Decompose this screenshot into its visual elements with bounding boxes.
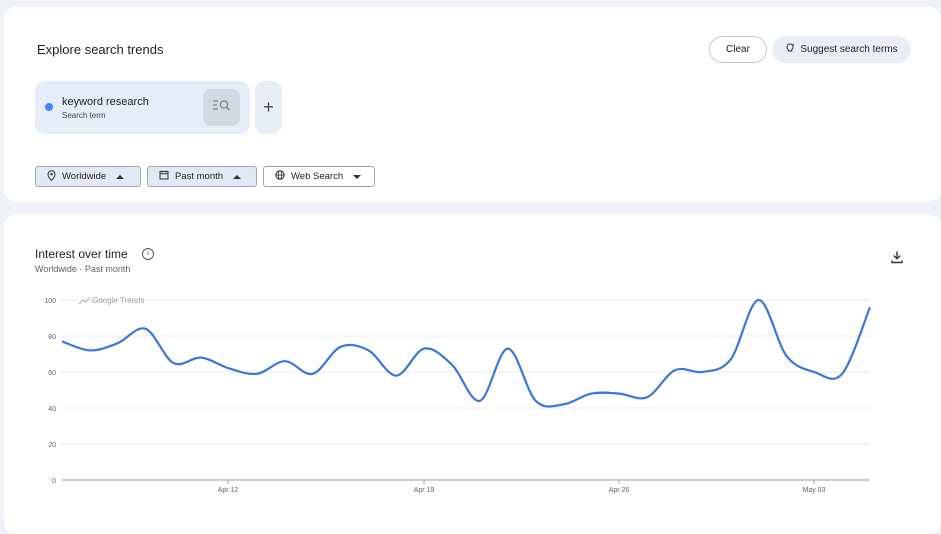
clear-button[interactable]: Clear	[709, 36, 767, 63]
interest-chart: 0 20 40 60 80 100 Apr 12 Apr 19 Apr 26 May 03 Goog…	[44, 296, 872, 494]
x-tick-label: Apr 19	[414, 487, 435, 494]
term-color-dot	[45, 103, 53, 111]
x-tick-label: May 03	[803, 487, 826, 494]
sparkle-bulb-icon	[785, 43, 795, 56]
explore-card: Explore search trends Clear Suggest sear…	[4, 7, 941, 202]
y-tick-label: 100	[44, 298, 56, 305]
y-tick-label: 80	[48, 334, 56, 341]
globe-icon	[275, 170, 285, 183]
search-term-card[interactable]: keyword research Search term	[35, 81, 250, 134]
interest-over-time-card: Interest over time i Worldwide · Past mo…	[4, 214, 941, 534]
add-term-button[interactable]: +	[255, 81, 282, 134]
search-property-filter[interactable]: Web Search	[263, 166, 375, 187]
suggest-label: Suggest search terms	[800, 44, 898, 55]
series-line	[61, 298, 872, 408]
term-name: keyword research	[62, 96, 149, 108]
suggest-search-terms-button[interactable]: Suggest search terms	[772, 36, 911, 63]
list-search-icon	[212, 98, 232, 117]
calendar-icon	[159, 170, 169, 183]
y-tick-label: 40	[48, 406, 56, 413]
location-pin-icon	[47, 169, 56, 184]
time-filter-label: Past month	[175, 171, 224, 182]
caret-up-icon	[233, 174, 242, 179]
x-tick-label: Apr 12	[218, 487, 239, 494]
caret-down-icon	[353, 174, 362, 179]
watermark: Google Trends	[92, 296, 144, 305]
y-tick-label: 20	[48, 442, 56, 449]
y-tick-label: 60	[48, 370, 56, 377]
y-tick-label: 0	[52, 478, 56, 485]
location-filter-label: Worldwide	[62, 171, 107, 182]
term-search-button[interactable]	[203, 89, 240, 126]
property-filter-label: Web Search	[291, 171, 344, 182]
location-filter[interactable]: Worldwide	[35, 166, 141, 187]
term-type: Search term	[62, 111, 106, 120]
time-filter[interactable]: Past month	[147, 166, 257, 187]
x-tick-label: Apr 26	[609, 487, 630, 494]
caret-up-icon	[116, 174, 125, 179]
explore-title: Explore search trends	[37, 42, 164, 57]
